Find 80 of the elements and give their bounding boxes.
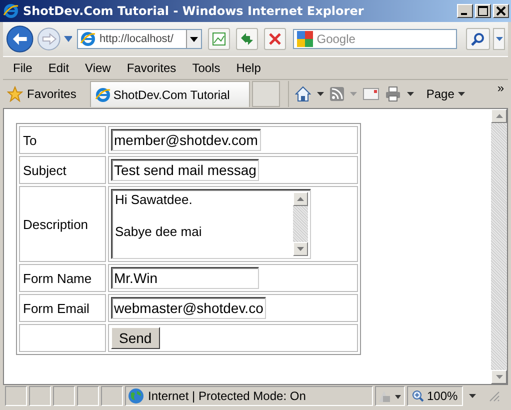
search-icon [471,32,486,46]
search-field[interactable]: Google [292,29,458,49]
compatibility-button[interactable] [208,28,230,50]
page-icon [80,31,96,47]
up-arrow-icon [496,114,502,118]
scroll-down-button[interactable] [491,370,507,384]
dropdown-arrow-icon[interactable] [317,92,324,96]
field-label: Subject [19,156,106,184]
status-pane [5,386,27,406]
address-field[interactable]: http://localhost/ [77,29,202,49]
scroll-up-button[interactable] [293,192,308,206]
caret-icon [496,37,503,41]
down-arrow-icon [297,247,304,251]
zoom-button[interactable]: 100% [407,386,463,406]
maximize-icon [478,6,488,16]
dropdown-button[interactable] [186,30,202,48]
dropdown-arrow-icon[interactable] [407,92,414,96]
field-label: Form Email [19,294,106,322]
text-field[interactable]: Mr.Win [111,267,259,289]
printer-icon[interactable] [385,86,402,102]
up-arrow-icon [297,197,304,201]
dropdown-arrow-icon[interactable] [468,394,476,398]
text-line: Sabye dee mai [115,224,203,240]
globe-icon [128,388,144,404]
feed-icon[interactable] [330,87,344,101]
browser-logo-icon [95,86,112,102]
maximize-button[interactable] [475,4,491,18]
menu-item[interactable]: View [77,61,119,75]
menu-item[interactable]: Favorites [118,61,184,75]
menu-item[interactable]: Help [228,61,269,75]
field-label: To [19,126,106,154]
browser-tab[interactable]: ShotDev.Com Tutorial [90,81,250,107]
scroll-down-button[interactable] [293,242,308,256]
send-button[interactable]: Send [111,327,160,349]
scrollbar[interactable] [293,192,308,256]
text-field[interactable]: webmaster@shotdev.co [111,297,266,319]
favorites-button[interactable]: Favorites [3,86,82,102]
more-tools-button[interactable]: » [497,81,504,95]
status-text: Internet | Protected Mode: On [148,389,306,403]
zoom-icon [412,390,424,402]
scrollbar[interactable] [491,109,507,384]
refresh-button[interactable] [236,28,258,50]
dropdown-arrow-icon[interactable] [64,36,72,42]
google-icon [296,31,313,47]
status-pane [29,386,51,406]
minimize-button[interactable] [457,4,473,18]
star-icon [7,86,23,102]
close-icon [496,6,506,16]
field-label: Description [19,186,106,262]
search-button[interactable] [466,28,490,50]
security-icon[interactable] [378,389,402,403]
stop-button[interactable] [264,28,286,50]
caret-icon [458,92,466,96]
window-title: ShotDev.Com Tutorial - Windows Internet Explorer [23,4,365,18]
mail-icon[interactable] [363,88,380,100]
browser-logo-icon [3,3,19,19]
close-button[interactable] [493,4,509,18]
menu-item[interactable]: Edit [40,61,78,75]
back-button[interactable] [6,25,34,53]
text-field[interactable]: Test send mail messag [111,159,260,181]
menu-item[interactable]: Tools [184,61,228,75]
status-pane [77,386,99,406]
chart-page-icon [212,32,226,46]
home-icon[interactable] [295,86,312,102]
menu-item[interactable]: File [5,61,40,75]
text-line: Hi Sawatdee. [115,192,194,208]
minimize-icon [461,13,467,15]
text-field[interactable]: member@shotdev.com [111,129,261,151]
status-pane [101,386,123,406]
caret-icon [190,36,198,42]
search-options-button[interactable] [493,28,505,50]
down-arrow-icon [496,375,502,379]
stop-icon [268,32,282,46]
page-menu-button[interactable]: Page [426,87,466,101]
scroll-up-button[interactable] [491,109,507,123]
field-label: Form Name [19,264,106,292]
refresh-icon [240,32,254,46]
resize-grip-icon [488,390,500,402]
status-pane [53,386,75,406]
text-area[interactable]: Hi Sawatdee. Sabye dee mai [111,189,311,259]
